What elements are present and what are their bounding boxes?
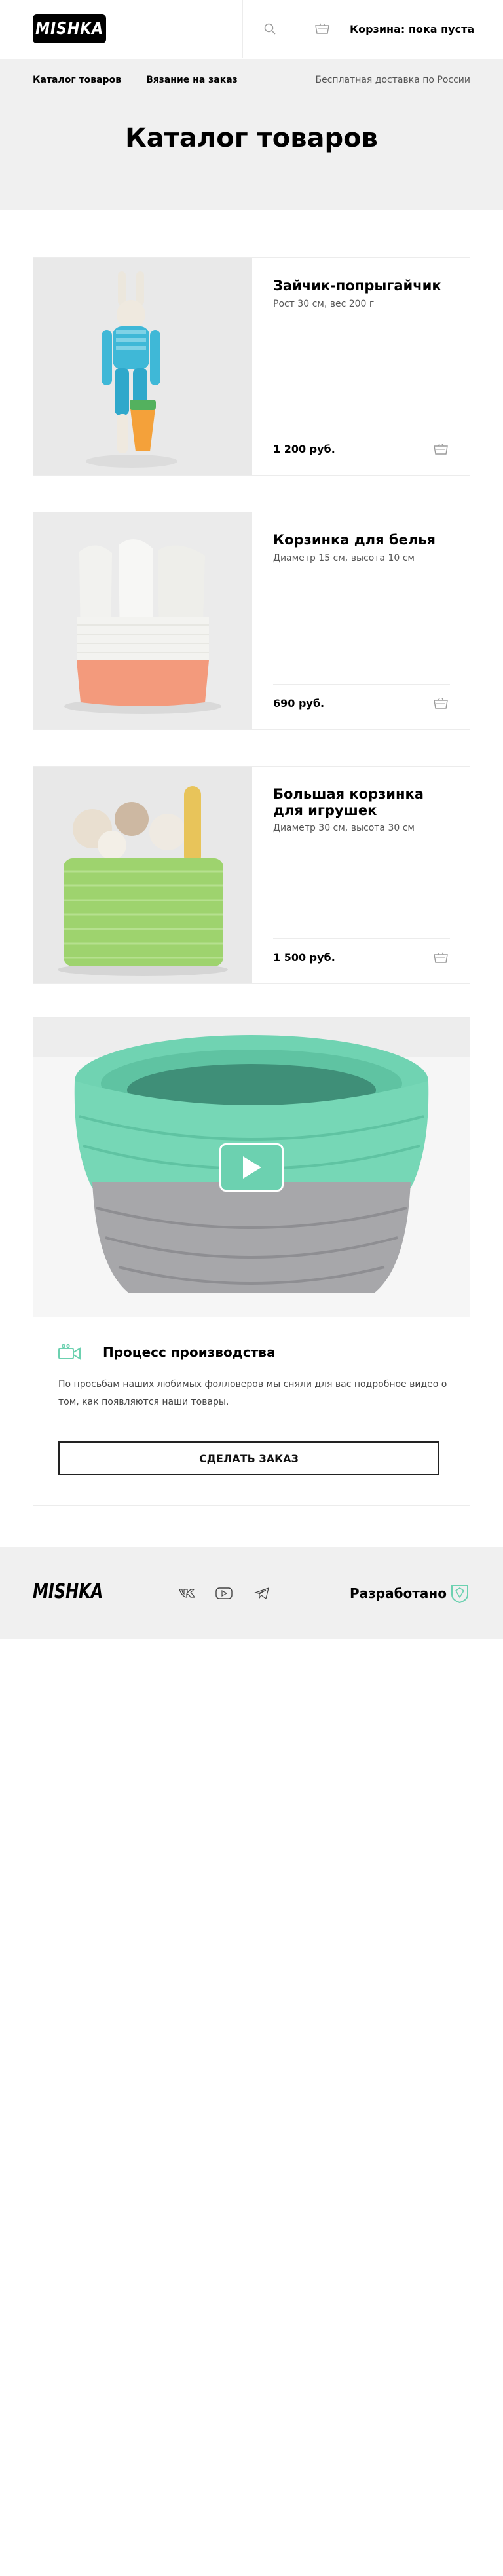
cart-icon — [434, 952, 448, 963]
video-section: Процесс производства По просьбам наших л… — [33, 1017, 470, 1506]
product-image-basket-large[interactable] — [33, 767, 252, 983]
logo-text: MISHKA — [35, 19, 103, 39]
product-description: Рост 30 см, вес 200 г — [273, 299, 375, 309]
video-preview[interactable] — [33, 1018, 470, 1317]
wave-divider — [0, 193, 503, 202]
product-card[interactable]: Корзинка для белья Диаметр 15 см, высота… — [33, 512, 470, 730]
divider — [273, 938, 450, 939]
add-to-cart-button[interactable] — [432, 949, 450, 967]
delivery-note: Бесплатная доставка по России — [315, 75, 470, 85]
search-icon — [264, 23, 276, 35]
video-description: По просьбам наших любимых фолловеров мы … — [58, 1379, 447, 1408]
video-title: Процесс производства — [103, 1344, 276, 1360]
cart-label: Корзина: пока пуста — [350, 22, 475, 35]
footer-logo[interactable]: MISHKA — [33, 1580, 103, 1603]
video-camera-icon — [58, 1344, 81, 1360]
product-description: Диаметр 30 см, высота 30 см — [273, 823, 415, 833]
product-image-bunny[interactable] — [33, 258, 252, 475]
developed-by-label: Разработано — [350, 1585, 447, 1601]
site-footer: MISHKA Разработано — [0, 1547, 503, 1639]
search-button[interactable] — [255, 14, 284, 43]
product-title[interactable]: Большая корзинка для игрушек — [273, 786, 443, 819]
page-title: Каталог товаров — [125, 123, 378, 153]
cart-icon — [313, 20, 331, 38]
cart-icon — [434, 698, 448, 709]
add-to-cart-button[interactable] — [432, 440, 450, 459]
header-divider — [242, 0, 243, 58]
product-card[interactable]: Зайчик-попрыгайчик Рост 30 см, вес 200 г… — [33, 257, 470, 476]
youtube-icon — [215, 1587, 233, 1599]
product-description: Диаметр 15 см, высота 10 см — [273, 553, 415, 563]
play-button[interactable] — [219, 1143, 284, 1192]
developer-badge-icon[interactable] — [449, 1583, 470, 1604]
vk-icon — [179, 1589, 196, 1598]
product-title[interactable]: Зайчик-попрыгайчик — [273, 278, 443, 294]
divider — [273, 684, 450, 685]
add-to-cart-button[interactable] — [432, 694, 450, 713]
nav-link-catalog[interactable]: Каталог товаров — [33, 75, 121, 85]
product-image-basket-small[interactable] — [33, 512, 252, 729]
order-button[interactable]: СДЕЛАТЬ ЗАКАЗ — [58, 1441, 439, 1475]
cart-button[interactable]: Корзина: пока пуста — [308, 14, 498, 43]
hero: Каталог товаров Вязание на заказ Бесплат… — [0, 59, 503, 210]
telegram-icon — [254, 1587, 269, 1600]
youtube-link[interactable] — [214, 1583, 234, 1604]
logo[interactable]: MISHKA — [33, 14, 106, 43]
telegram-link[interactable] — [252, 1583, 272, 1604]
main-nav: Каталог товаров Вязание на заказ Бесплат… — [33, 72, 470, 88]
product-price: 1 200 руб. — [273, 443, 335, 455]
product-title[interactable]: Корзинка для белья — [273, 532, 443, 548]
product-card[interactable]: Большая корзинка для игрушек Диаметр 30 … — [33, 766, 470, 984]
site-header: MISHKA Корзина: пока пуста — [0, 0, 503, 58]
nav-link-custom-knitting[interactable]: Вязание на заказ — [146, 75, 238, 85]
product-price: 690 руб. — [273, 697, 325, 710]
cart-icon — [434, 444, 448, 455]
vk-link[interactable] — [177, 1583, 198, 1604]
product-price: 1 500 руб. — [273, 951, 335, 964]
play-icon — [243, 1156, 261, 1179]
